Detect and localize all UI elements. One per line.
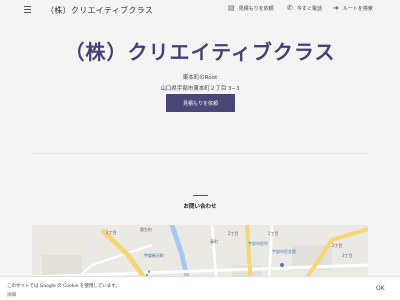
hero-address: 山口県宇部市東本町２丁目 3−3 (160, 86, 240, 92)
phone-icon: ✆ (287, 4, 293, 12)
cookie-ok-button[interactable]: OK (376, 285, 385, 292)
route-icon: ➜ (333, 4, 339, 12)
top-bar: （株）クリエイティブクラス ▤ 見積もりを依頼 ✆ 今すぐ電話 ➜ ルートを検索 (0, 0, 400, 20)
nav-request-quote[interactable]: ▤ 見積もりを依頼 (228, 4, 274, 13)
quote-icon: ▤ (228, 4, 235, 12)
nav-search-route-label: ルートを検索 (342, 6, 373, 12)
map-label: 3丁目 (342, 253, 353, 258)
map-label: 2丁目 (332, 243, 343, 248)
map-label: 錦生町 (140, 227, 152, 232)
map-label: 2丁目 (268, 231, 279, 236)
map-label: 宇部新天町 (144, 253, 164, 258)
section-divider (32, 153, 369, 154)
nav-call-now[interactable]: ✆ 今すぐ電話 (287, 4, 322, 13)
heading-accent-bar (193, 195, 208, 196)
request-quote-button[interactable]: 見積もりを依頼 (166, 94, 235, 112)
nav-request-quote-label: 見積もりを依頼 (238, 6, 274, 12)
contact-heading: お問い合わせ (183, 204, 217, 210)
nav-search-route[interactable]: ➜ ルートを検索 (333, 4, 373, 13)
page-title: （株）クリエイティブクラス (64, 40, 336, 64)
hero-section: （株）クリエイティブクラス 東本町のRoot 山口県宇部市東本町２丁目 3−3 (0, 36, 400, 92)
cookie-banner: このサイトでは Google の Cookie を使用しています。 詳細 OK (0, 276, 400, 300)
site-name[interactable]: （株）クリエイティブクラス (46, 5, 153, 16)
hero-subtitle: 東本町のRoot (182, 75, 218, 81)
map-label: 春町 (210, 239, 218, 244)
map-label: 宇部市民会館 (272, 249, 296, 254)
map-label: 2丁目 (106, 230, 117, 235)
cookie-details-link[interactable]: 詳細 (7, 292, 16, 298)
cookie-text: このサイトでは Google の Cookie を使用しています。 (7, 284, 120, 289)
nav-call-now-label: 今すぐ電話 (296, 6, 322, 12)
map-label: 宇部市役所 (248, 241, 268, 246)
menu-icon[interactable] (24, 6, 31, 13)
map-label: 2丁目 (228, 231, 239, 236)
